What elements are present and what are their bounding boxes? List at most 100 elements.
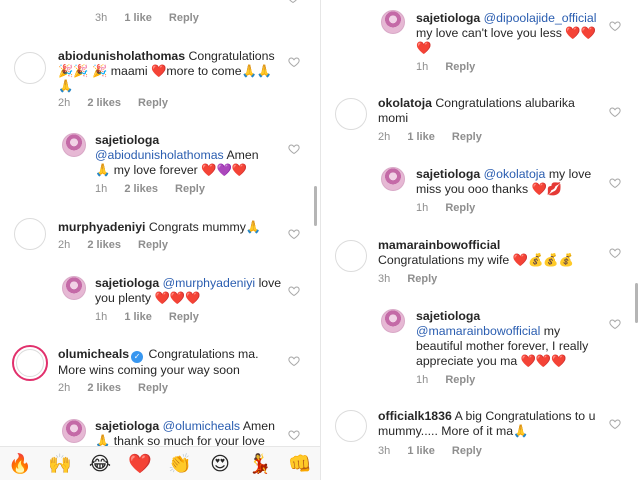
comment-likes[interactable]: 2 likes xyxy=(87,239,121,251)
heart-outline-icon[interactable] xyxy=(287,285,301,299)
reply-button[interactable]: Reply xyxy=(445,61,475,73)
emoji-laughing-button[interactable]: 😂 xyxy=(85,449,115,479)
reply-button[interactable]: Reply xyxy=(445,202,475,214)
avatar[interactable] xyxy=(14,52,46,84)
avatar[interactable] xyxy=(62,276,86,300)
comment-text: Amen xyxy=(242,419,275,433)
heart-outline-icon[interactable] xyxy=(287,56,301,70)
avatar[interactable] xyxy=(335,240,367,272)
comment-likes[interactable]: 2 likes xyxy=(124,183,158,195)
reply-button[interactable]: Reply xyxy=(452,445,482,457)
comment-username[interactable]: olumicheals xyxy=(58,347,129,361)
avatar[interactable] xyxy=(381,167,405,191)
heart-outline-icon[interactable] xyxy=(287,429,301,443)
comment-body: abiodunisholathomas Congratulations 🎉🎉 🎉… xyxy=(58,49,280,94)
avatar[interactable] xyxy=(62,419,86,443)
comment-text-continued: momi xyxy=(378,111,409,125)
comment-username[interactable]: sajetiologa xyxy=(95,419,159,433)
heart-outline-icon[interactable] xyxy=(608,106,622,120)
comments-panel-right: sajetiologa @dipoolajide_official my lov… xyxy=(320,0,640,480)
heart-outline-icon[interactable] xyxy=(608,20,622,34)
reply-button[interactable]: Reply xyxy=(445,374,475,386)
heart-outline-icon[interactable] xyxy=(287,355,301,369)
reply-button[interactable]: Reply xyxy=(175,183,205,195)
heart-outline-icon[interactable] xyxy=(608,247,622,261)
emoji-raised-hands-button[interactable]: 🙌 xyxy=(45,449,75,479)
mention-link[interactable]: @mamarainbowofficial xyxy=(416,324,540,338)
comment-text-continued: beautiful mother forever, I really xyxy=(416,339,589,353)
comment-body: officialk1836 A big Congratulations to u… xyxy=(378,409,602,439)
reply-button[interactable]: Reply xyxy=(138,97,168,109)
scrollbar-thumb[interactable] xyxy=(635,283,638,323)
comment-likes[interactable]: 1 like xyxy=(407,131,435,143)
comment-time: 2h xyxy=(58,239,71,251)
comment-meta: 2h 1 like Reply xyxy=(378,131,482,143)
comment-text: Congratulations alubarika xyxy=(435,96,575,110)
emoji-fire-button[interactable]: 🔥 xyxy=(5,449,35,479)
comment-username[interactable]: sajetiologa xyxy=(95,276,159,290)
mention-link[interactable]: @okolatoja xyxy=(484,167,546,181)
comment-meta: 1h 1 like Reply xyxy=(95,311,199,323)
emoji-heart-eyes-button[interactable]: 😍 xyxy=(205,449,235,479)
emoji-fist-bump-button[interactable]: 👊 xyxy=(285,449,315,479)
comment-time: 1h xyxy=(95,183,108,195)
comment-username[interactable]: okolatoja xyxy=(378,96,432,110)
comment-meta: 3h Reply xyxy=(378,273,437,285)
comment-meta: 1h 2 likes Reply xyxy=(95,183,205,195)
emoji-clapping-button[interactable]: 👏 xyxy=(165,449,195,479)
reply-button[interactable]: Reply xyxy=(138,382,168,394)
comment-text: my love can't love you less ❤️❤️ xyxy=(416,26,596,40)
comment-username[interactable]: mamarainbowofficial xyxy=(378,238,500,252)
heart-outline-icon[interactable] xyxy=(286,0,300,6)
comment-text: Congrats mummy🙏 xyxy=(148,220,262,234)
emoji-heart-button[interactable]: ❤️ xyxy=(125,449,155,479)
avatar[interactable] xyxy=(335,410,367,442)
comment-body: murphyadeniyi Congrats mummy🙏 xyxy=(58,220,280,235)
comment-text: my love xyxy=(548,167,592,181)
mention-link[interactable]: @olumicheals xyxy=(163,419,240,433)
comment-time: 1h xyxy=(95,311,108,323)
comment-likes[interactable]: 2 likes xyxy=(87,382,121,394)
avatar[interactable] xyxy=(381,309,405,333)
heart-outline-icon[interactable] xyxy=(608,318,622,332)
reply-button[interactable]: Reply xyxy=(169,311,199,323)
reply-button[interactable]: Reply xyxy=(169,12,199,24)
comment-body: sajetiologa @mamarainbowofficial my beau… xyxy=(416,309,616,369)
comment-text-continued: miss you ooo thanks ❤️💋 xyxy=(416,182,563,196)
comment-username[interactable]: sajetiologa xyxy=(416,309,480,323)
reply-button[interactable]: Reply xyxy=(407,273,437,285)
comment-username[interactable]: sajetiologa xyxy=(416,11,480,25)
comment-username[interactable]: abiodunisholathomas xyxy=(58,49,185,63)
comment-username[interactable]: murphyadeniyi xyxy=(58,220,145,234)
avatar[interactable] xyxy=(335,98,367,130)
avatar[interactable] xyxy=(62,133,86,157)
heart-outline-icon[interactable] xyxy=(287,228,301,242)
reply-button[interactable]: Reply xyxy=(138,239,168,251)
reply-button[interactable]: Reply xyxy=(452,131,482,143)
avatar-story-ring[interactable] xyxy=(12,345,48,381)
comment-username[interactable]: sajetiologa xyxy=(416,167,480,181)
emoji-dancer-button[interactable]: 💃 xyxy=(245,449,275,479)
comment-meta: 2h 2 likes Reply xyxy=(58,382,168,394)
comment-text-continued: ❤️ xyxy=(416,41,432,55)
heart-outline-icon[interactable] xyxy=(608,177,622,191)
scrollbar-thumb[interactable] xyxy=(314,186,317,226)
comment-text-continued: appreciate you ma ❤️❤️❤️ xyxy=(416,354,567,368)
comment-text-continued: 🙏 xyxy=(58,79,74,93)
mention-link[interactable]: @murphyadeniyi xyxy=(163,276,255,290)
comment-likes[interactable]: 1 like xyxy=(124,12,152,24)
mention-link[interactable]: @abiodunisholathomas xyxy=(95,148,224,162)
comment-likes[interactable]: 1 like xyxy=(124,311,152,323)
comment-likes[interactable]: 1 like xyxy=(407,445,435,457)
avatar[interactable] xyxy=(381,10,405,34)
heart-outline-icon[interactable] xyxy=(287,143,301,157)
heart-outline-icon[interactable] xyxy=(608,418,622,432)
mention-link[interactable]: @dipoolajide_official xyxy=(484,11,597,25)
comment-username[interactable]: officialk1836 xyxy=(378,409,452,423)
comment-meta: 1h Reply xyxy=(416,202,475,214)
avatar[interactable] xyxy=(14,218,46,250)
comment-body: olumicheals ✓ Congratulations ma. More wi… xyxy=(58,347,284,378)
comment-likes[interactable]: 2 likes xyxy=(87,97,121,109)
comment-username[interactable]: sajetiologa xyxy=(95,133,159,147)
comment-text-continued: More wins coming your way soon xyxy=(58,363,240,377)
